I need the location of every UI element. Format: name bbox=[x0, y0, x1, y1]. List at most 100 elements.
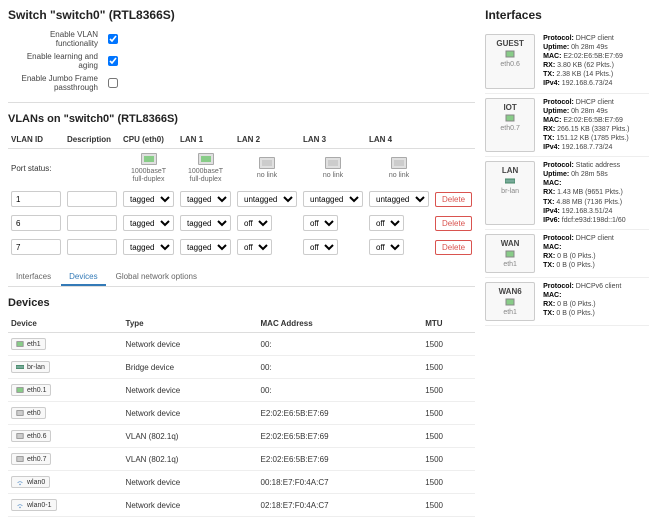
device-icon bbox=[16, 409, 24, 417]
ethernet-port-icon bbox=[325, 157, 341, 169]
vlan-port-select[interactable]: off bbox=[237, 239, 272, 255]
device-badge[interactable]: eth0.7 bbox=[11, 453, 51, 465]
device-badge[interactable]: eth0.1 bbox=[11, 384, 51, 396]
vlan-port-select[interactable]: untagged bbox=[237, 191, 297, 207]
device-badge[interactable]: br-lan bbox=[11, 361, 50, 373]
dev-col: MAC Address bbox=[258, 315, 423, 333]
dev-mac: E2:02:E6:5B:E7:69 bbox=[258, 425, 423, 448]
device-icon bbox=[16, 501, 24, 509]
vlan-port-select[interactable]: tagged bbox=[123, 239, 174, 255]
interface-name: LAN bbox=[488, 166, 532, 175]
vlan-port-select[interactable]: untagged bbox=[303, 191, 363, 207]
interface-box[interactable]: GUESTeth0.6 bbox=[485, 34, 535, 89]
dev-type: VLAN (802.1q) bbox=[123, 425, 258, 448]
interface-icon bbox=[505, 113, 515, 123]
tabs: Interfaces Devices Global network option… bbox=[8, 269, 475, 287]
device-badge[interactable]: wlan0-1 bbox=[11, 499, 57, 511]
enable-learn-checkbox[interactable] bbox=[108, 56, 118, 66]
port-label: 1000baseT bbox=[123, 168, 174, 175]
dev-type: VLAN (802.1q) bbox=[123, 448, 258, 471]
tab-global[interactable]: Global network options bbox=[108, 269, 205, 286]
device-badge[interactable]: eth0.6 bbox=[11, 430, 51, 442]
device-badge[interactable]: wlan0 bbox=[11, 476, 50, 488]
dev-mtu: 1500 bbox=[422, 356, 475, 379]
vlan-port-select[interactable]: tagged bbox=[123, 215, 174, 231]
vlan-col bbox=[432, 131, 475, 149]
table-row: eth0 Network deviceE2:02:E6:5B:E7:691500 bbox=[8, 402, 475, 425]
vlan-col: LAN 1 bbox=[177, 131, 234, 149]
dev-mtu: 1500 bbox=[422, 402, 475, 425]
vlan-port-select[interactable]: off bbox=[369, 239, 404, 255]
vlan-port-select[interactable]: tagged bbox=[123, 191, 174, 207]
dev-mac: 00: bbox=[258, 356, 423, 379]
enable-jumbo-label: Enable Jumbo Frame passthrough bbox=[8, 74, 108, 92]
device-icon bbox=[16, 386, 24, 394]
vlan-id-input[interactable] bbox=[11, 239, 61, 255]
interface-icon bbox=[505, 249, 515, 259]
interface-info: Protocol: DHCP clientMAC: RX: 0 B (0 Pkt… bbox=[543, 234, 649, 273]
delete-button[interactable]: Delete bbox=[435, 192, 472, 207]
delete-button[interactable]: Delete bbox=[435, 216, 472, 231]
delete-button[interactable]: Delete bbox=[435, 240, 472, 255]
vlan-port-select[interactable]: tagged bbox=[180, 239, 231, 255]
tab-interfaces[interactable]: Interfaces bbox=[8, 269, 59, 286]
vlan-desc-input[interactable] bbox=[67, 215, 117, 231]
vlan-id-input[interactable] bbox=[11, 215, 61, 231]
device-icon bbox=[16, 432, 24, 440]
enable-vlan-checkbox[interactable] bbox=[108, 34, 118, 44]
enable-jumbo-checkbox[interactable] bbox=[108, 78, 118, 88]
interface-icon bbox=[505, 297, 515, 307]
interface-box[interactable]: LANbr-lan bbox=[485, 161, 535, 225]
port-label: full-duplex bbox=[123, 176, 174, 183]
interface-box[interactable]: WAN6eth1 bbox=[485, 282, 535, 321]
device-icon bbox=[16, 455, 24, 463]
vlan-port-select[interactable]: tagged bbox=[180, 191, 231, 207]
device-icon bbox=[16, 363, 24, 371]
interface-box[interactable]: IOTeth0.7 bbox=[485, 98, 535, 153]
port-status-cell: no link bbox=[300, 149, 366, 188]
table-row: eth1Network device00:1500 bbox=[8, 333, 475, 356]
dev-mtu: 1500 bbox=[422, 448, 475, 471]
vlan-id-input[interactable] bbox=[11, 191, 61, 207]
vlan-desc-input[interactable] bbox=[67, 191, 117, 207]
dev-type: Network device bbox=[123, 494, 258, 517]
dev-mac: E2:02:E6:5B:E7:69 bbox=[258, 402, 423, 425]
device-badge[interactable]: eth0 bbox=[11, 407, 46, 419]
port-status-cell: 1000baseTfull-duplex bbox=[120, 149, 177, 188]
vlan-port-select[interactable]: off bbox=[237, 215, 272, 231]
port-label: no link bbox=[237, 172, 297, 179]
dev-type: Network device bbox=[123, 402, 258, 425]
port-status-cell: no link bbox=[366, 149, 432, 188]
vlan-port-select[interactable]: untagged bbox=[369, 191, 429, 207]
interface-card: WAN6eth1Protocol: DHCPv6 clientMAC: RX: … bbox=[485, 278, 649, 326]
interface-box[interactable]: WANeth1 bbox=[485, 234, 535, 273]
device-icon bbox=[16, 478, 24, 486]
interface-card: LANbr-lanProtocol: Static addressUptime:… bbox=[485, 157, 649, 230]
vlan-port-select[interactable]: off bbox=[303, 239, 338, 255]
dev-mac: E2:02:E6:5B:E7:69 bbox=[258, 448, 423, 471]
dev-col: MTU bbox=[422, 315, 475, 333]
port-label: full-duplex bbox=[180, 176, 231, 183]
interface-info: Protocol: DHCP clientUptime: 0h 28m 49sM… bbox=[543, 34, 649, 89]
devices-title: Devices bbox=[8, 297, 475, 309]
enable-learn-label: Enable learning and aging bbox=[8, 52, 108, 70]
vlan-port-select[interactable]: off bbox=[369, 215, 404, 231]
switch-title: Switch "switch0" (RTL8366S) bbox=[8, 8, 475, 22]
vlan-col: Description bbox=[64, 131, 120, 149]
vlans-title: VLANs on "switch0" (RTL8366S) bbox=[8, 113, 475, 125]
port-status-label: Port status: bbox=[8, 149, 120, 188]
port-status-cell: 1000baseTfull-duplex bbox=[177, 149, 234, 188]
interface-card: WANeth1Protocol: DHCP clientMAC: RX: 0 B… bbox=[485, 230, 649, 278]
vlan-col: LAN 2 bbox=[234, 131, 300, 149]
vlan-desc-input[interactable] bbox=[67, 239, 117, 255]
vlan-col: LAN 3 bbox=[300, 131, 366, 149]
dev-mac: 00:18:E7:F0:4A:C7 bbox=[258, 471, 423, 494]
device-badge[interactable]: eth1 bbox=[11, 338, 46, 350]
tab-devices[interactable]: Devices bbox=[61, 269, 105, 286]
interface-dev: eth1 bbox=[488, 309, 532, 316]
vlan-port-select[interactable]: off bbox=[303, 215, 338, 231]
vlan-port-select[interactable]: tagged bbox=[180, 215, 231, 231]
port-label: no link bbox=[369, 172, 429, 179]
dev-type: Network device bbox=[123, 379, 258, 402]
dev-mac: 00: bbox=[258, 333, 423, 356]
